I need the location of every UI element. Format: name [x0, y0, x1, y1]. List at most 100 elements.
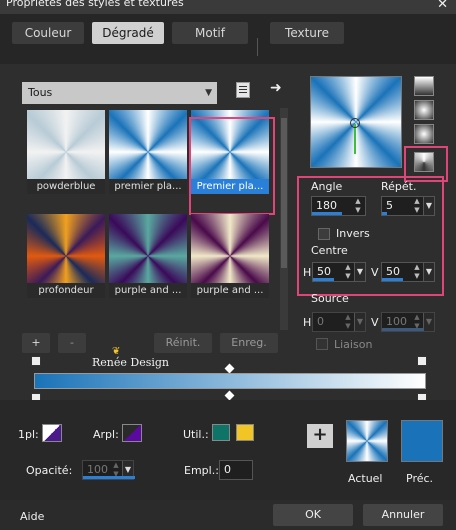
first-plan-swatch[interactable]: [42, 424, 62, 442]
opacity-label: Opacité:: [26, 464, 73, 477]
repeat-label: Répét.: [381, 180, 417, 193]
tab-motif[interactable]: Motif: [172, 22, 248, 44]
window-title: Propriétés des styles et textures: [6, 0, 184, 9]
invert-label: Invers: [336, 227, 370, 240]
source-h-label: H: [303, 316, 312, 329]
source-v-value: 100: [386, 315, 407, 328]
linear-type-icon[interactable]: [414, 76, 434, 96]
previous-label: Préc.: [406, 472, 434, 485]
gradient-name: purple and ...: [109, 283, 187, 298]
invert-checkbox[interactable]: [318, 228, 330, 240]
center-v-label: V: [371, 266, 379, 279]
source-v-bar: [382, 328, 424, 331]
spinner-arrows-icon[interactable]: ▲ ▼: [343, 263, 353, 281]
scrollbar-thumb[interactable]: [281, 118, 287, 268]
chevron-down-icon[interactable]: ▼: [423, 313, 434, 331]
tab-texture[interactable]: Texture: [270, 22, 344, 44]
current-swatch[interactable]: [346, 420, 388, 462]
color-stop-left[interactable]: [31, 356, 41, 366]
gradient-name: powderblue: [27, 179, 105, 194]
gradient-tile[interactable]: premier pla...: [109, 110, 187, 194]
used-color-swatch-2[interactable]: [236, 424, 254, 441]
category-selected: Tous: [28, 86, 53, 99]
source-label: Source: [311, 292, 349, 305]
center-handle[interactable]: [350, 118, 360, 128]
chevron-down-icon: ▼: [205, 88, 212, 98]
link-checkbox[interactable]: [316, 338, 328, 350]
opacity-bar: [83, 476, 135, 479]
used-color-swatch-1[interactable]: [212, 424, 230, 441]
rectangular-type-icon[interactable]: [414, 100, 434, 120]
tab-degrade[interactable]: Dégradé: [92, 22, 164, 44]
position-value: 0: [224, 463, 231, 476]
ok-button[interactable]: OK: [273, 504, 353, 526]
opacity-value: 100: [87, 463, 108, 476]
opacity-spinner[interactable]: 100 ▲ ▼ ▼: [82, 460, 135, 480]
center-v-bar: [382, 278, 403, 281]
angle-spinner[interactable]: 180 ▲ ▼: [311, 196, 366, 216]
arrow-right-icon[interactable]: ➜: [270, 80, 282, 96]
watermark: Renée Design: [92, 356, 170, 369]
first-plan-label: 1pl:: [18, 428, 39, 441]
help-button[interactable]: Aide: [20, 510, 44, 523]
title-bar: Propriétés des styles et textures ✕: [0, 0, 456, 14]
center-v-value: 50: [386, 265, 400, 278]
gradient-scrollbar[interactable]: [280, 108, 288, 330]
gradient-tile[interactable]: purple and ...: [191, 214, 269, 298]
add-gradient-button[interactable]: +: [22, 333, 50, 353]
repeat-bar: [382, 212, 387, 215]
center-h-spinner[interactable]: 50 ▲ ▼ ▼: [312, 262, 366, 282]
tab-couleur[interactable]: Couleur: [12, 22, 84, 44]
current-label: Actuel: [348, 472, 383, 485]
selection-highlight: [189, 117, 275, 215]
gradient-name: purple and ...: [191, 283, 269, 298]
repeat-value: 5: [386, 199, 393, 212]
source-h-value: 0: [317, 315, 324, 328]
chevron-down-icon[interactable]: ▼: [354, 313, 365, 331]
previous-swatch[interactable]: [401, 420, 443, 462]
gradient-tile[interactable]: purple and ...: [109, 214, 187, 298]
cancel-button[interactable]: Annuler: [363, 504, 443, 526]
save-button[interactable]: Enreg.: [220, 333, 278, 353]
repeat-spinner[interactable]: 5 ▲ ▼ ▼: [381, 196, 435, 216]
angle-bar: [312, 212, 342, 215]
angle-handle[interactable]: [354, 124, 356, 154]
gradient-name: premier pla...: [109, 179, 187, 194]
center-h-value: 50: [317, 265, 331, 278]
source-v-label: V: [371, 316, 379, 329]
position-label: Empl.:: [184, 464, 219, 477]
library-icon[interactable]: [236, 82, 250, 98]
gradient-bar[interactable]: [34, 373, 426, 389]
close-icon[interactable]: ✕: [437, 0, 448, 12]
center-label: Centre: [311, 244, 348, 257]
chevron-down-icon[interactable]: ▼: [423, 263, 434, 281]
back-plan-swatch[interactable]: [122, 424, 142, 442]
chevron-down-icon[interactable]: ▼: [354, 263, 365, 281]
add-swatch-button[interactable]: +: [307, 424, 333, 448]
spinner-arrows-icon[interactable]: ▲ ▼: [343, 313, 353, 331]
category-dropdown[interactable]: Tous ▼: [22, 82, 217, 104]
tab-separator: [257, 38, 258, 56]
angle-label: Angle: [311, 180, 343, 193]
chevron-down-icon[interactable]: ▼: [423, 197, 434, 215]
center-h-label: H: [303, 266, 312, 279]
position-field[interactable]: 0: [219, 460, 253, 480]
angle-value: 180: [316, 199, 337, 212]
used-colors-label: Util.:: [183, 428, 209, 441]
remove-gradient-button[interactable]: -: [58, 333, 86, 353]
gradient-tile[interactable]: powderblue: [27, 110, 105, 194]
source-h-spinner[interactable]: 0 ▲ ▼ ▼: [312, 312, 366, 332]
center-v-spinner[interactable]: 50 ▲ ▼ ▼: [381, 262, 435, 282]
spinner-arrows-icon[interactable]: ▲ ▼: [412, 263, 422, 281]
gradient-name: profondeur: [27, 283, 105, 298]
back-plan-label: Arpl:: [93, 428, 119, 441]
spinner-arrows-icon[interactable]: ▲ ▼: [412, 197, 422, 215]
radial-type-icon[interactable]: [414, 124, 434, 144]
spinner-arrows-icon[interactable]: ▲ ▼: [353, 197, 363, 215]
color-stop-right[interactable]: [417, 356, 427, 366]
link-label: Liaison: [334, 338, 373, 351]
center-h-bar: [313, 278, 334, 281]
source-v-spinner[interactable]: 100 ▲ ▼ ▼: [381, 312, 435, 332]
reset-button[interactable]: Réinit.: [154, 333, 212, 353]
gradient-tile[interactable]: profondeur: [27, 214, 105, 298]
